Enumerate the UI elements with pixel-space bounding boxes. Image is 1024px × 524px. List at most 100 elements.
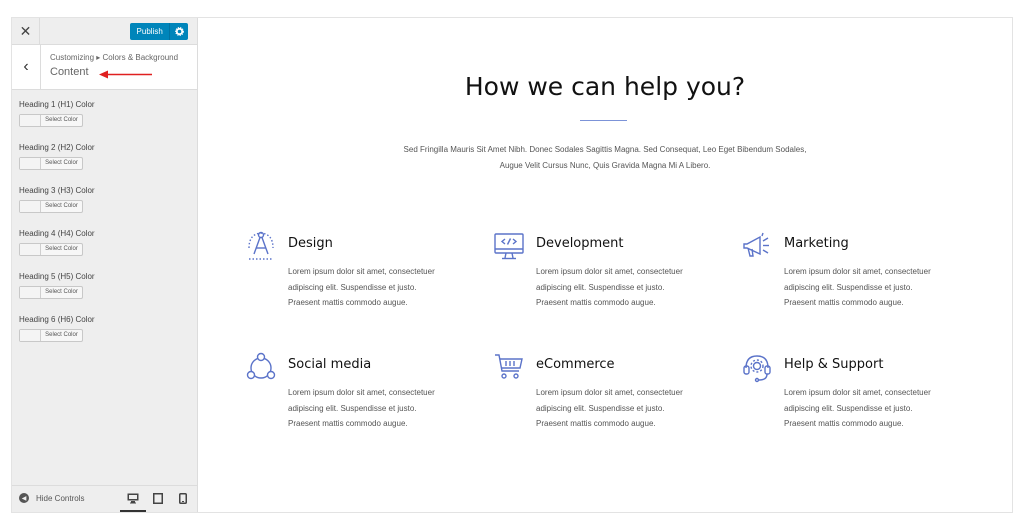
color-swatch[interactable] — [20, 330, 41, 341]
description-line: Praesent mattis commodo augue. — [784, 298, 904, 307]
feature-ecommerce: eCommerce Lorem ipsum dolor sit amet, co… — [493, 351, 723, 441]
color-swatch[interactable] — [20, 158, 41, 169]
shopping-cart-icon — [495, 354, 523, 379]
hide-controls-label: Hide Controls — [36, 493, 85, 503]
control-label: Heading 6 (H6) Color — [19, 315, 95, 324]
customizer-topbar: ✕ Publish — [12, 18, 197, 45]
description-line: adipiscing elit. Suspendisse et justo. — [288, 282, 417, 292]
feature-development: Development Lorem ipsum dolor sit amet, … — [493, 230, 723, 320]
feature-design: Design Lorem ipsum dolor sit amet, conse… — [245, 230, 475, 320]
control-h3-color: Heading 3 (H3) Color Select Color — [19, 186, 95, 229]
select-color-label: Select Color — [45, 289, 78, 295]
page-title: How we can help you? — [464, 72, 746, 101]
description-line: Lorem ipsum dolor sit amet, consectetuer — [536, 267, 683, 276]
control-h4-color: Heading 4 (H4) Color Select Color — [19, 229, 95, 272]
color-swatch[interactable] — [20, 287, 41, 298]
gear-icon[interactable] — [169, 23, 188, 40]
feature-description: Lorem ipsum dolor sit amet, consectetuer… — [784, 264, 969, 311]
feature-description: Lorem ipsum dolor sit amet, consectetuer… — [784, 385, 969, 432]
select-color-button[interactable]: Select Color — [19, 200, 83, 213]
feature-description: Lorem ipsum dolor sit amet, consectetuer… — [536, 264, 721, 311]
support-headset-icon — [743, 355, 771, 383]
select-color-label: Select Color — [45, 117, 78, 123]
design-compass-icon — [248, 231, 274, 260]
control-h1-color: Heading 1 (H1) Color Select Color — [19, 100, 95, 143]
monitor-code-icon — [494, 233, 524, 260]
control-label: Heading 4 (H4) Color — [19, 229, 95, 238]
subtitle-line: Augue Velit Cursus Nunc, Quis Gravida Ma… — [499, 161, 711, 170]
desktop-preview-icon[interactable] — [126, 491, 140, 505]
feature-marketing: Marketing Lorem ipsum dolor sit amet, co… — [741, 230, 971, 320]
social-network-icon — [246, 352, 276, 380]
description-line: Lorem ipsum dolor sit amet, consectetuer — [288, 388, 435, 397]
publish-label: Publish — [136, 27, 163, 36]
red-arrow-icon — [99, 70, 152, 79]
feature-description: Lorem ipsum dolor sit amet, consectetuer… — [288, 264, 473, 311]
customizer-sidebar: ✕ Publish ‹ Customizing ▸ Colors & Backg… — [12, 18, 198, 512]
description-line: Praesent mattis commodo augue. — [784, 419, 904, 428]
select-color-button[interactable]: Select Color — [19, 286, 83, 299]
section-header: ‹ Customizing ▸ Colors & Background Cont… — [12, 45, 197, 90]
description-line: adipiscing elit. Suspendisse et justo. — [784, 282, 913, 292]
description-line: adipiscing elit. Suspendisse et justo. — [784, 403, 913, 413]
title-divider — [580, 120, 627, 121]
feature-social-media: Social media Lorem ipsum dolor sit amet,… — [245, 351, 475, 441]
select-color-label: Select Color — [45, 203, 78, 209]
feature-title: Design — [288, 236, 333, 251]
section-title: Content — [50, 66, 89, 78]
select-color-label: Select Color — [45, 160, 78, 166]
page-subtitle: Sed Fringilla Mauris Sit Amet Nibh. Done… — [348, 142, 862, 174]
feature-description: Lorem ipsum dolor sit amet, consectetuer… — [288, 385, 473, 432]
active-device-indicator — [120, 510, 146, 512]
description-line: adipiscing elit. Suspendisse et justo. — [536, 282, 665, 292]
control-h6-color: Heading 6 (H6) Color Select Color — [19, 315, 95, 358]
tablet-preview-icon[interactable] — [151, 491, 165, 505]
customizer-window: ✕ Publish ‹ Customizing ▸ Colors & Backg… — [11, 17, 1013, 513]
description-line: adipiscing elit. Suspendisse et justo. — [288, 403, 417, 413]
select-color-button[interactable]: Select Color — [19, 329, 83, 342]
description-line: Praesent mattis commodo augue. — [536, 419, 656, 428]
select-color-label: Select Color — [45, 246, 78, 252]
feature-title: eCommerce — [536, 357, 615, 372]
feature-help-support: Help & Support Lorem ipsum dolor sit ame… — [741, 351, 971, 441]
color-controls: Heading 1 (H1) Color Select Color Headin… — [19, 100, 95, 358]
description-line: Lorem ipsum dolor sit amet, consectetuer — [288, 267, 435, 276]
control-h5-color: Heading 5 (H5) Color Select Color — [19, 272, 95, 315]
back-button[interactable]: ‹ — [12, 45, 41, 89]
hide-controls-button[interactable]: ◀ Hide Controls — [19, 493, 84, 503]
description-line: Lorem ipsum dolor sit amet, consectetuer — [784, 388, 931, 397]
control-label: Heading 5 (H5) Color — [19, 272, 95, 281]
collapse-icon: ◀ — [19, 493, 29, 503]
color-swatch[interactable] — [20, 115, 41, 126]
feature-title: Development — [536, 236, 624, 251]
color-swatch[interactable] — [20, 244, 41, 255]
select-color-button[interactable]: Select Color — [19, 114, 83, 127]
breadcrumb: Customizing ▸ Colors & Background — [50, 53, 179, 62]
feature-title: Social media — [288, 357, 372, 372]
description-line: Praesent mattis commodo augue. — [288, 298, 408, 307]
select-color-label: Select Color — [45, 332, 78, 338]
control-label: Heading 1 (H1) Color — [19, 100, 95, 109]
select-color-button[interactable]: Select Color — [19, 243, 83, 256]
feature-title: Help & Support — [784, 357, 884, 372]
close-icon: ✕ — [19, 22, 32, 39]
publish-button[interactable]: Publish — [130, 23, 188, 40]
customizer-footer: ◀ Hide Controls — [12, 485, 197, 512]
feature-description: Lorem ipsum dolor sit amet, consectetuer… — [536, 385, 721, 432]
color-swatch[interactable] — [20, 201, 41, 212]
mobile-preview-icon[interactable] — [176, 491, 190, 505]
control-h2-color: Heading 2 (H2) Color Select Color — [19, 143, 95, 186]
subtitle-line: Sed Fringilla Mauris Sit Amet Nibh. Done… — [403, 145, 807, 154]
feature-title: Marketing — [784, 236, 849, 251]
site-preview: How we can help you? Sed Fringilla Mauri… — [198, 18, 1012, 512]
control-label: Heading 3 (H3) Color — [19, 186, 95, 195]
description-line: Praesent mattis commodo augue. — [288, 419, 408, 428]
description-line: adipiscing elit. Suspendisse et justo. — [536, 403, 665, 413]
select-color-button[interactable]: Select Color — [19, 157, 83, 170]
megaphone-icon — [743, 232, 769, 257]
close-button[interactable]: ✕ — [12, 18, 40, 44]
description-line: Lorem ipsum dolor sit amet, consectetuer — [784, 267, 931, 276]
description-line: Praesent mattis commodo augue. — [536, 298, 656, 307]
control-label: Heading 2 (H2) Color — [19, 143, 95, 152]
description-line: Lorem ipsum dolor sit amet, consectetuer — [536, 388, 683, 397]
